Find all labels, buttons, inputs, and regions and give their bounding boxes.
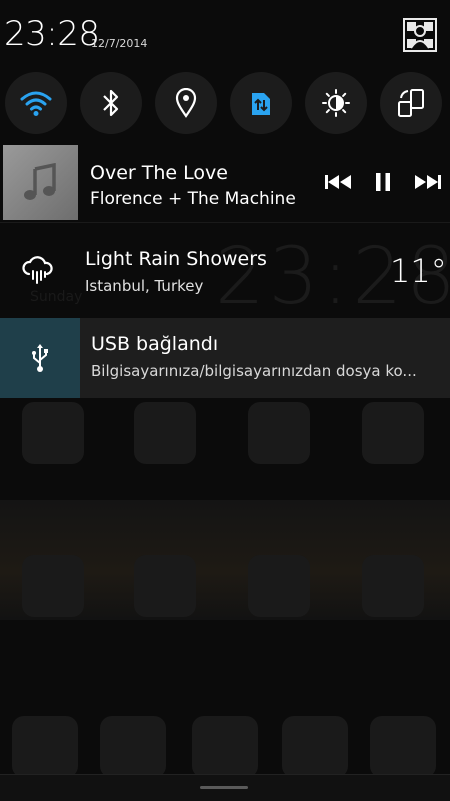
background-app-icon <box>248 402 310 464</box>
background-app-icon <box>22 555 84 617</box>
brightness-icon <box>322 89 350 117</box>
rotation-toggle[interactable] <box>380 72 442 134</box>
dock-icon <box>192 716 258 778</box>
pause-icon <box>376 173 390 191</box>
next-button[interactable] <box>413 170 443 194</box>
bluetooth-toggle[interactable] <box>80 72 142 134</box>
dock-icon <box>12 716 78 778</box>
weather-location: Istanbul, Turkey <box>85 277 204 295</box>
skip-previous-icon <box>325 175 351 189</box>
quick-settings-row <box>0 72 450 134</box>
weather-temperature: 11° <box>390 252 447 290</box>
brightness-toggle[interactable] <box>305 72 367 134</box>
music-note-icon <box>23 162 56 200</box>
album-art <box>3 145 78 220</box>
shade-drag-handle[interactable] <box>0 774 450 801</box>
wifi-icon <box>20 91 52 116</box>
background-app-icon <box>134 555 196 617</box>
background-app-icon <box>362 402 424 464</box>
location-toggle[interactable] <box>155 72 217 134</box>
data-sync-icon <box>252 93 270 115</box>
drag-bar <box>200 786 248 789</box>
rain-cloud-icon <box>22 256 53 284</box>
usb-subtitle: Bilgisayarınıza/bilgisayarınızdan dosya … <box>91 362 417 380</box>
dock-icon <box>282 716 348 778</box>
dock-icon <box>100 716 166 778</box>
weather-condition: Light Rain Showers <box>85 248 267 270</box>
status-bar: 23:28 12/7/2014 <box>0 0 450 70</box>
background-app-icon <box>248 555 310 617</box>
usb-title: USB bağlandı <box>91 333 219 355</box>
music-notification[interactable]: Over The Love Florence + The Machine <box>0 142 450 223</box>
background-app-icon <box>22 402 84 464</box>
track-title: Over The Love <box>90 162 228 184</box>
wifi-toggle[interactable] <box>5 72 67 134</box>
rotation-icon <box>398 89 424 117</box>
clock-date: 12/7/2014 <box>91 37 148 50</box>
pause-button[interactable] <box>368 170 398 194</box>
profile-icon[interactable] <box>403 18 437 52</box>
weather-notification[interactable]: Light Rain Showers Istanbul, Turkey 11° <box>0 222 450 317</box>
usb-icon <box>32 344 48 372</box>
track-artist: Florence + The Machine <box>90 189 296 209</box>
dock-icon <box>370 716 436 778</box>
clock-time: 23:28 <box>4 14 100 54</box>
usb-notification[interactable]: USB bağlandı Bilgisayarınıza/bilgisayarı… <box>0 318 450 398</box>
location-icon <box>175 88 197 118</box>
bluetooth-icon <box>103 89 119 117</box>
background-app-icon <box>134 402 196 464</box>
data-sync-toggle[interactable] <box>230 72 292 134</box>
previous-button[interactable] <box>323 170 353 194</box>
background-app-icon <box>362 555 424 617</box>
usb-icon-box <box>0 318 80 398</box>
skip-next-icon <box>415 175 441 189</box>
